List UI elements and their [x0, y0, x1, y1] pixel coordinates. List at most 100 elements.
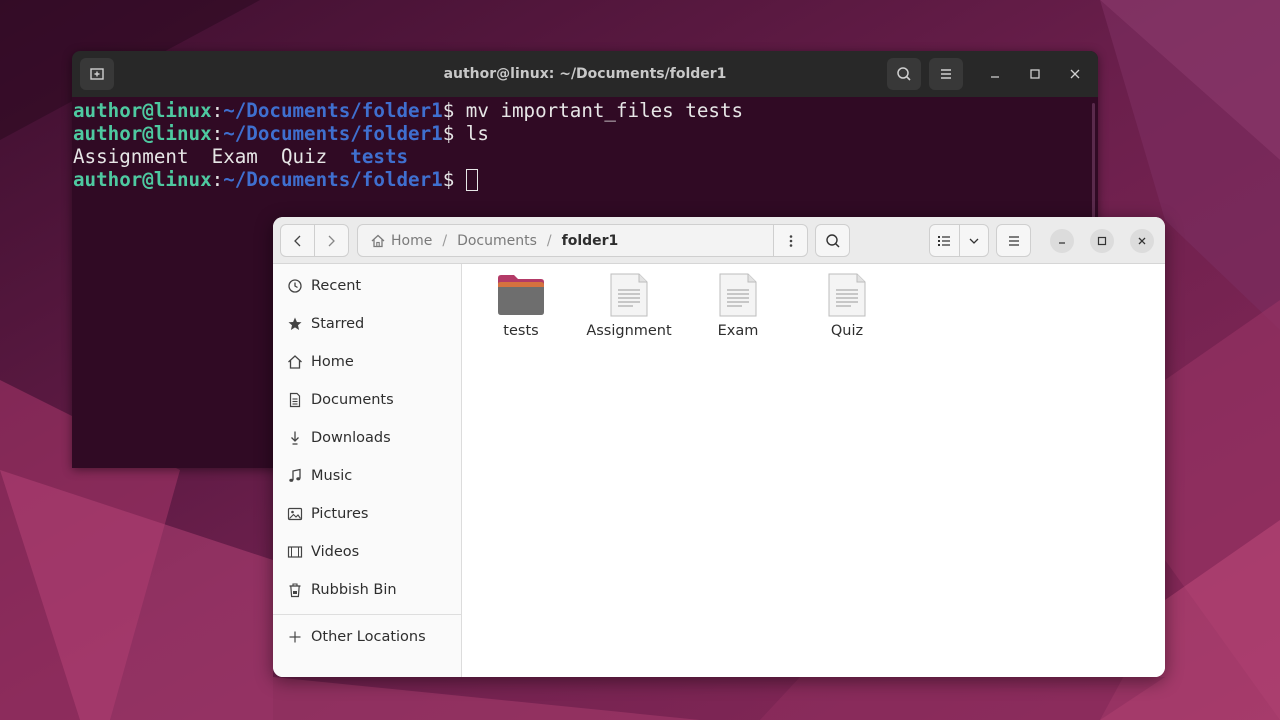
sidebar-item-label: Videos — [311, 544, 360, 560]
maximize-icon — [1097, 236, 1107, 246]
path-menu-button[interactable] — [773, 224, 808, 257]
sidebar-item-rubbish-bin[interactable]: Rubbish Bin — [273, 572, 461, 608]
ls-file-entry: Quiz — [280, 145, 328, 168]
ls-output-line: Assignment Exam Quiz tests — [73, 145, 1098, 168]
file-item[interactable]: Assignment — [579, 270, 679, 342]
prompt-user: author@linux — [73, 122, 212, 145]
ls-directory-entry: tests — [350, 145, 409, 168]
files-main-area: Recent Starred Home Documents Downloads … — [273, 264, 1165, 677]
new-tab-button[interactable] — [80, 58, 114, 90]
home-icon — [287, 355, 302, 369]
minimize-icon — [991, 76, 999, 78]
terminal-menu-button[interactable] — [929, 58, 963, 90]
text-file-icon — [610, 273, 648, 317]
file-name: tests — [503, 323, 539, 339]
ls-file-entry: Exam — [211, 145, 258, 168]
folder-icon — [498, 275, 544, 315]
terminal-line: author@linux:~/Documents/folder1$ ls — [73, 122, 1098, 145]
terminal-line: author@linux:~/Documents/folder1$ mv imp… — [73, 99, 1098, 122]
files-headerbar[interactable]: Home / Documents / folder1 — [273, 217, 1165, 264]
prompt-colon: : — [211, 99, 224, 122]
back-button[interactable] — [281, 225, 314, 256]
sidebar-item-recent[interactable]: Recent — [273, 268, 461, 304]
sidebar-item-pictures[interactable]: Pictures — [273, 496, 461, 532]
terminal-titlebar[interactable]: author@linux: ~/Documents/folder1 — [72, 51, 1098, 97]
sidebar-divider — [273, 614, 461, 615]
trash-icon — [289, 583, 300, 598]
minimize-icon — [1059, 242, 1065, 244]
sidebar-item-home[interactable]: Home — [273, 344, 461, 380]
main-menu-button[interactable] — [996, 224, 1031, 257]
file-name: Exam — [717, 323, 759, 339]
new-tab-icon — [90, 68, 104, 80]
prompt-colon: : — [211, 122, 224, 145]
search-icon — [825, 233, 840, 248]
prompt-symbol: $ — [442, 168, 466, 191]
sidebar-item-label: Rubbish Bin — [311, 582, 397, 598]
chevron-left-icon — [293, 235, 300, 246]
file-view[interactable]: tests Assignment Exam Quiz — [463, 264, 1165, 677]
file-item[interactable]: Exam — [688, 270, 788, 342]
search-icon — [897, 67, 911, 81]
breadcrumb-separator: / — [546, 232, 552, 249]
sidebar-item-music[interactable]: Music — [273, 458, 461, 494]
clock-icon — [287, 279, 302, 293]
view-buttons — [929, 224, 989, 257]
prompt-user: author@linux — [73, 99, 212, 122]
terminal-minimize-button[interactable] — [983, 62, 1007, 86]
files-close-button[interactable] — [1130, 229, 1154, 253]
file-name: Quiz — [830, 323, 864, 339]
sidebar-item-downloads[interactable]: Downloads — [273, 420, 461, 456]
chevron-right-icon — [329, 235, 336, 246]
sidebar-item-other-locations[interactable]: Other Locations — [273, 619, 461, 655]
search-button[interactable] — [815, 224, 850, 257]
path-bar[interactable]: Home / Documents / folder1 — [357, 224, 807, 257]
file-item[interactable]: Quiz — [797, 270, 897, 342]
plus-icon — [289, 631, 300, 643]
files-window[interactable]: Home / Documents / folder1 Recent Starre… — [273, 217, 1165, 677]
file-name: Assignment — [586, 323, 672, 339]
terminal-input-line[interactable]: author@linux:~/Documents/folder1$ — [73, 168, 1098, 191]
sidebar-item-starred[interactable]: Starred — [273, 306, 461, 342]
forward-button[interactable] — [315, 225, 348, 256]
folder-item[interactable]: tests — [471, 270, 571, 342]
breadcrumb-home-label: Home — [391, 232, 433, 249]
chevron-down-icon — [969, 238, 979, 244]
ls-file-entry: Assignment — [73, 145, 189, 168]
breadcrumb-documents[interactable]: Documents — [457, 233, 537, 249]
list-view-icon — [938, 235, 951, 246]
maximize-icon — [1030, 69, 1040, 79]
terminal-search-button[interactable] — [887, 58, 921, 90]
sidebar-item-label: Starred — [311, 316, 365, 332]
sidebar-item-label: Music — [311, 468, 353, 484]
prompt-colon: : — [211, 168, 224, 191]
terminal-command: ls — [465, 122, 489, 145]
prompt-path: ~/Documents/folder1 — [223, 168, 443, 191]
breadcrumb-current[interactable]: folder1 — [562, 233, 619, 249]
hamburger-menu-icon — [941, 69, 951, 79]
terminal-close-button[interactable] — [1063, 62, 1087, 86]
breadcrumb-home[interactable]: Home — [366, 233, 432, 249]
prompt-symbol: $ — [442, 122, 466, 145]
sidebar-item-videos[interactable]: Videos — [273, 534, 461, 570]
hamburger-menu-icon — [1008, 235, 1019, 246]
terminal-output[interactable]: author@linux:~/Documents/folder1$ mv imp… — [72, 97, 1098, 191]
text-file-icon — [828, 273, 866, 317]
star-icon — [288, 317, 301, 330]
sidebar-item-label: Home — [311, 354, 354, 370]
files-maximize-button[interactable] — [1090, 229, 1114, 253]
text-file-icon — [719, 273, 757, 317]
terminal-command: mv important_files tests — [465, 99, 744, 122]
breadcrumb-separator: / — [442, 232, 448, 249]
terminal-maximize-button[interactable] — [1023, 62, 1047, 86]
close-icon — [1138, 237, 1146, 245]
view-options-button[interactable] — [959, 225, 988, 256]
sidebar-item-label: Downloads — [311, 430, 391, 446]
prompt-symbol: $ — [442, 99, 466, 122]
files-minimize-button[interactable] — [1050, 229, 1074, 253]
music-icon — [288, 468, 301, 482]
list-view-button[interactable] — [930, 225, 959, 256]
sidebar-item-documents[interactable]: Documents — [273, 382, 461, 418]
places-sidebar: Recent Starred Home Documents Downloads … — [273, 264, 462, 677]
prompt-path: ~/Documents/folder1 — [223, 99, 443, 122]
